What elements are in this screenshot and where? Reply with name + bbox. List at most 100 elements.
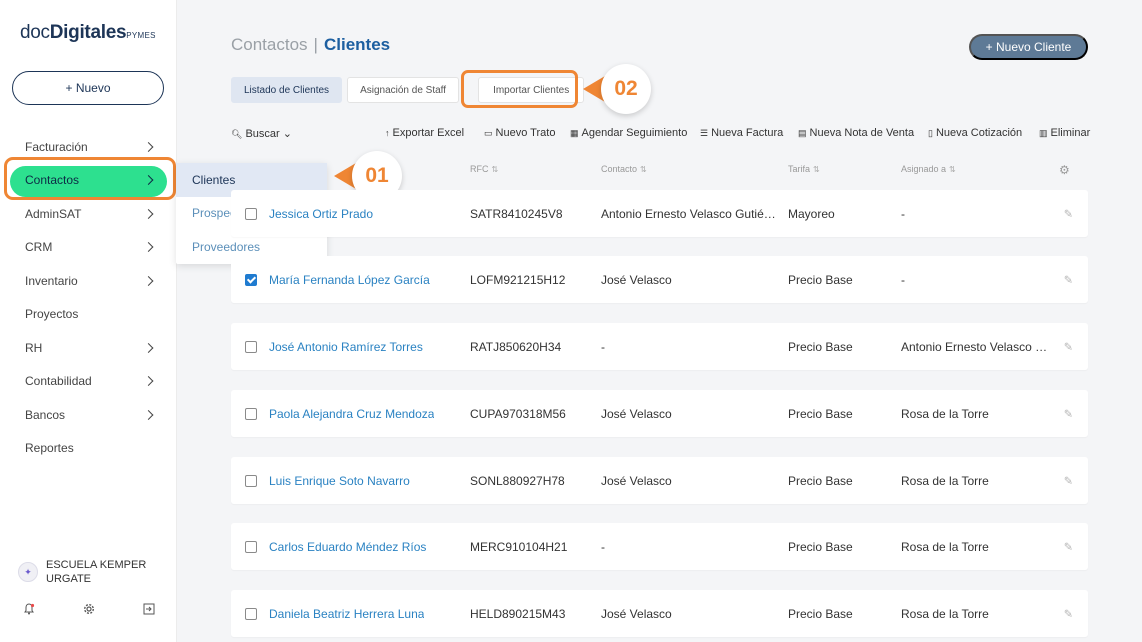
contact-cell: José Velasco <box>601 272 672 287</box>
client-name-link[interactable]: José Antonio Ramírez Torres <box>269 340 423 354</box>
organization-name: ESCUELA KEMPER URGATE <box>46 559 147 585</box>
delete-button[interactable]: ▥ Eliminar <box>1039 127 1090 139</box>
table-row[interactable]: Jessica Ortiz Prado SATR8410245V8 Antonio … <box>231 190 1088 237</box>
row-checkbox[interactable] <box>245 407 257 420</box>
new-sale-note-button[interactable]: ▤ Nueva Nota de Venta <box>798 127 914 139</box>
assigned-cell: Rosa de la Torre <box>901 406 989 421</box>
sidebar-item-label: AdminSAT <box>25 206 82 221</box>
row-checkbox[interactable] <box>245 540 257 553</box>
logo-doc: doc <box>20 22 50 43</box>
new-deal-label: Nuevo Trato <box>495 127 556 139</box>
row-checkbox[interactable] <box>245 340 257 353</box>
upload-icon: ↑ <box>385 128 390 138</box>
breadcrumb-separator: | <box>313 35 318 54</box>
client-name-link[interactable]: Paola Alejandra Cruz Mendoza <box>269 407 434 421</box>
client-name-link[interactable]: Jessica Ortiz Prado <box>269 207 373 221</box>
contact-cell: José Velasco <box>601 473 672 488</box>
new-deal-button[interactable]: ▭ Nuevo Trato <box>484 127 555 139</box>
chevron-down-icon: ⌄ <box>282 128 292 140</box>
sidebar-item-crm[interactable]: CRM <box>0 231 177 265</box>
client-name-link[interactable]: María Fernanda López García <box>269 273 430 287</box>
row-checkbox[interactable] <box>245 207 257 220</box>
assigned-cell: Rosa de la Torre <box>901 539 989 554</box>
column-header-contact[interactable]: Contacto ⇅ <box>601 164 647 174</box>
delete-label: Eliminar <box>1050 127 1091 139</box>
edit-pencil-icon[interactable]: ✎ <box>1064 407 1073 420</box>
table-row[interactable]: Luis Enrique Soto Navarro SONL880927H78 Jo… <box>231 457 1088 504</box>
tarifa-cell: Precio Base <box>788 339 853 354</box>
schedule-button[interactable]: ▦ Agendar Seguimiento <box>570 127 687 139</box>
new-sale-note-label: Nueva Nota de Venta <box>809 127 915 139</box>
tarifa-cell: Precio Base <box>788 272 853 287</box>
notification-icon[interactable] <box>22 603 36 617</box>
table-row[interactable]: Daniela Beatriz Herrera Luna HELD890215M4… <box>231 590 1088 637</box>
edit-pencil-icon[interactable]: ✎ <box>1064 340 1073 353</box>
assigned-cell: Rosa de la Torre <box>901 606 989 621</box>
table-row[interactable]: María Fernanda López García LOFM921215H12… <box>231 256 1088 303</box>
table-row[interactable]: Carlos Eduardo Méndez Ríos MERC910104H21 -… <box>231 523 1088 570</box>
sidebar-item-contabilidad[interactable]: Contabilidad <box>0 365 177 399</box>
settings-icon[interactable] <box>82 603 96 617</box>
table-row[interactable]: Paola Alejandra Cruz Mendoza CUPA970318M5… <box>231 390 1088 437</box>
rfc-cell: HELD890215M43 <box>470 606 566 621</box>
column-header-label: Contacto <box>601 164 638 174</box>
row-checkbox[interactable] <box>245 273 257 286</box>
app-logo[interactable]: docDigitalesPYMES <box>20 22 156 44</box>
chevron-right-icon <box>143 242 154 253</box>
sort-icon: ⇅ <box>813 165 820 174</box>
calendar-icon: ▦ <box>570 128 579 138</box>
contact-cell: - <box>601 539 605 554</box>
export-excel-button[interactable]: ↑ Exportar Excel <box>385 127 464 139</box>
search-icon: 🔍︎ <box>231 129 243 139</box>
sidebar-item-label: Bancos <box>25 407 66 422</box>
tab-staff-assignment[interactable]: Asignación de Staff <box>347 77 460 103</box>
breadcrumb-current: Clientes <box>323 35 391 54</box>
tarifa-cell: Precio Base <box>788 539 853 554</box>
sidebar-item-rh[interactable]: RH <box>0 331 177 365</box>
contact-cell: Antonio Ernesto Velasco Gutiérrez <box>601 206 776 221</box>
client-name-link[interactable]: Luis Enrique Soto Navarro <box>269 474 410 488</box>
table-row[interactable]: José Antonio Ramírez Torres RATJ850620H34… <box>231 323 1088 370</box>
sidebar-item-proyectos[interactable]: Proyectos <box>0 298 177 332</box>
row-checkbox[interactable] <box>245 474 257 487</box>
rfc-cell: CUPA970318M56 <box>470 406 566 421</box>
sidebar-item-bancos[interactable]: Bancos <box>0 398 177 432</box>
sort-icon: ⇅ <box>949 165 956 174</box>
column-header-assigned[interactable]: Asignado a ⇅ <box>901 164 956 174</box>
logout-icon[interactable] <box>142 603 156 617</box>
assigned-cell: Antonio Ernesto Velasco Gutiérrez <box>901 339 1051 354</box>
column-header-tarifa[interactable]: Tarifa ⇅ <box>788 164 820 174</box>
sidebar: docDigitalesPYMES + Nuevo Facturación Con… <box>0 0 177 642</box>
invoice-icon: ☰ <box>700 128 709 138</box>
edit-pencil-icon[interactable]: ✎ <box>1064 607 1073 620</box>
sidebar-item-label: Contactos <box>25 173 80 188</box>
folder-icon: ▭ <box>484 128 493 138</box>
edit-pencil-icon[interactable]: ✎ <box>1064 273 1073 286</box>
chevron-right-icon <box>143 409 154 420</box>
search-button[interactable]: 🔍︎ Buscar ⌄ <box>231 127 292 140</box>
column-header-label: RFC <box>470 164 489 174</box>
new-client-button[interactable]: + Nuevo Cliente <box>969 34 1088 60</box>
sidebar-item-adminsat[interactable]: AdminSAT <box>0 197 177 231</box>
row-checkbox[interactable] <box>245 607 257 620</box>
logo-pymes: PYMES <box>126 31 156 40</box>
breadcrumb: Contactos | Clientes <box>231 35 390 55</box>
edit-pencil-icon[interactable]: ✎ <box>1064 474 1073 487</box>
column-settings-icon[interactable]: ⚙ <box>1059 163 1070 177</box>
sidebar-item-reportes[interactable]: Reportes <box>0 432 177 466</box>
new-quote-button[interactable]: ▯ Nueva Cotización <box>928 127 1022 139</box>
edit-pencil-icon[interactable]: ✎ <box>1064 207 1073 220</box>
contact-cell: José Velasco <box>601 406 672 421</box>
new-button[interactable]: + Nuevo <box>12 71 164 105</box>
document-icon: ▯ <box>928 128 933 138</box>
chevron-right-icon <box>143 376 154 387</box>
new-invoice-button[interactable]: ☰ Nueva Factura <box>700 127 783 139</box>
client-name-link[interactable]: Carlos Eduardo Méndez Ríos <box>269 540 426 554</box>
breadcrumb-parent[interactable]: Contactos <box>231 35 308 54</box>
column-header-rfc[interactable]: RFC ⇅ <box>470 164 498 174</box>
edit-pencil-icon[interactable]: ✎ <box>1064 540 1073 553</box>
sidebar-item-inventario[interactable]: Inventario <box>0 264 177 298</box>
organization-info[interactable]: ✦ ESCUELA KEMPER URGATE <box>18 558 156 586</box>
client-name-link[interactable]: Daniela Beatriz Herrera Luna <box>269 607 424 621</box>
tab-client-list[interactable]: Listado de Clientes <box>231 77 343 103</box>
